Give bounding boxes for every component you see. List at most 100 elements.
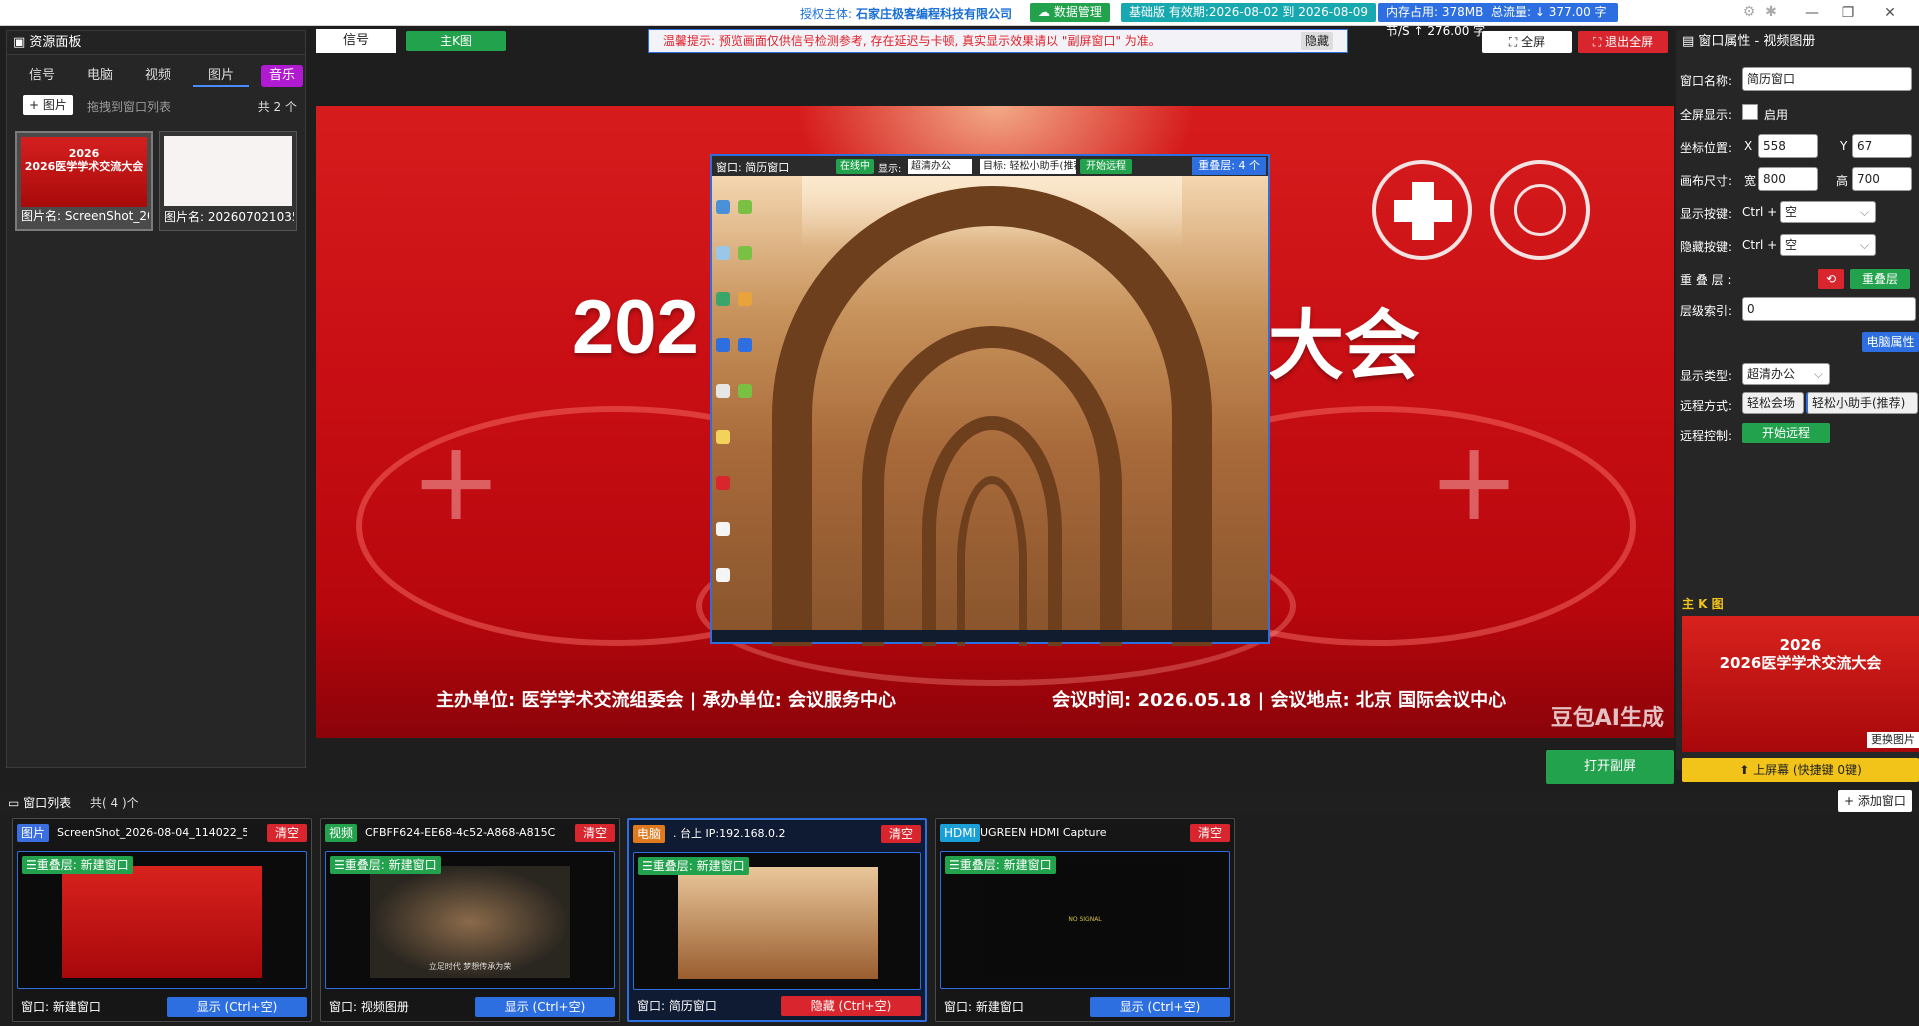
window-name-input[interactable]: 简历窗口 — [1742, 67, 1912, 91]
desktop-app-icon[interactable] — [716, 292, 730, 306]
display-type-select[interactable]: 超清办公 ⌵ — [1742, 363, 1830, 385]
window-card[interactable]: HDMI UGREEN HDMI Capture 清空 NO SIGNAL ☰重… — [935, 818, 1235, 1022]
card-source-name: UGREEN HDMI Capture — [980, 826, 1107, 839]
settings-gear-icon[interactable]: ⚙ — [1740, 4, 1758, 22]
hide-key-select[interactable]: 空 ⌵ — [1780, 234, 1876, 256]
hide-key-mod: Ctrl + — [1742, 238, 1778, 252]
card-thumbnail-caption: 立足时代 梦想传承为荣 — [428, 962, 512, 971]
reset-icon[interactable]: ⟲ — [1818, 269, 1844, 289]
desktop-app-icon[interactable] — [716, 200, 730, 214]
add-window-button[interactable]: + 添加窗口 — [1838, 790, 1912, 812]
card-clear-button[interactable]: 清空 — [575, 824, 615, 842]
desktop-app-icon[interactable] — [716, 384, 730, 398]
start-remote-button[interactable]: 开始远程 — [1080, 159, 1132, 174]
resource-subbar: + 图片 拖拽到窗口列表 共 2 个 — [13, 95, 299, 117]
remote-mode-option-b[interactable]: 轻松小助手(推荐) — [1806, 392, 1918, 414]
hide-key-label: 隐藏按键: — [1680, 240, 1733, 254]
card-show-button[interactable]: 显示 (Ctrl+空) — [167, 997, 307, 1017]
close-icon[interactable]: ✕ — [1878, 3, 1902, 23]
main-picture-label: 主 K 图 — [1682, 597, 1724, 611]
tab-signal[interactable]: 信号 — [19, 65, 65, 87]
resource-item[interactable]: 2026 2026医学学术交流大会 图片名: ScreenShot_20 — [15, 131, 153, 231]
remote-mode-option-a[interactable]: 轻松会场 — [1742, 392, 1804, 414]
window-list-title: ▭ 窗口列表 — [8, 796, 72, 810]
warning-text: 温馨提示: 预览画面仅供信号检测参考, 存在延迟与卡顿, 真实显示效果请以 "副… — [663, 34, 1161, 48]
card-preview[interactable]: 立足时代 梦想传承为荣 ☰重叠层: 新建窗口 — [325, 851, 615, 989]
drag-hint: 拖拽到窗口列表 — [87, 100, 172, 114]
desktop-app-icon[interactable] — [716, 338, 730, 352]
desktop-app-icon[interactable] — [738, 200, 752, 214]
show-key-select[interactable]: 空 ⌵ — [1780, 201, 1876, 223]
desktop-app-icon[interactable] — [716, 430, 730, 444]
arch-decor — [957, 476, 1027, 646]
overlay-button[interactable]: 重叠层 — [1850, 269, 1910, 289]
resource-count: 共 2 个 — [257, 100, 297, 114]
gear-icon[interactable]: ✱ — [1762, 4, 1780, 22]
tab-signal-preview[interactable]: 信号 — [316, 29, 396, 53]
desktop-app-icon[interactable] — [716, 476, 730, 490]
card-hide-button[interactable]: 隐藏 (Ctrl+空) — [781, 996, 921, 1016]
main-picture-preview[interactable]: 2026 2026医学学术交流大会 更换图片 — [1682, 616, 1919, 752]
remote-window[interactable]: 窗口: 简历窗口 在线中 显示: 超清办公 目标: 轻松小助手(推荐) 开始远程… — [710, 154, 1270, 646]
card-show-button[interactable]: 显示 (Ctrl+空) — [1090, 997, 1230, 1017]
plus-decor-icon: + — [1428, 417, 1521, 545]
card-thumbnail: 立足时代 梦想传承为荣 — [370, 866, 570, 978]
exit-fullscreen-button[interactable]: ⛶ 退出全屏 — [1578, 31, 1668, 53]
card-thumbnail: NO SIGNAL — [985, 866, 1185, 978]
card-layer-badge[interactable]: ☰重叠层: 新建窗口 — [22, 856, 133, 874]
data-management-button[interactable]: ☁ 数据管理 — [1030, 3, 1110, 22]
x-input[interactable]: 558 — [1758, 134, 1818, 158]
fullscreen-button[interactable]: ⛶ 全屏 — [1482, 31, 1572, 53]
desktop-app-icon[interactable] — [716, 246, 730, 260]
card-clear-button[interactable]: 清空 — [1190, 824, 1230, 842]
desktop-app-icon[interactable] — [738, 384, 752, 398]
card-show-button[interactable]: 显示 (Ctrl+空) — [475, 997, 615, 1017]
add-image-button[interactable]: + 图片 — [23, 95, 73, 115]
bg-title-right: 大会 — [1268, 304, 1420, 389]
chevron-down-icon: ⌵ — [1859, 205, 1869, 219]
tab-video[interactable]: 视频 — [135, 65, 181, 87]
card-window-label: 窗口: 新建窗口 — [944, 1000, 1024, 1014]
window-card[interactable]: 电脑 . 台上 IP:192.168.0.2 清空 ☰重叠层: 新建窗口 窗口:… — [627, 818, 927, 1022]
resource-item[interactable]: 图片名: 202607021035 — [159, 131, 297, 231]
desktop-app-icon[interactable] — [716, 568, 730, 582]
hide-warning-button[interactable]: 隐藏 — [1300, 32, 1333, 50]
tab-image[interactable]: 图片 — [193, 65, 249, 87]
desktop-app-icon[interactable] — [716, 522, 730, 536]
width-input[interactable]: 800 — [1758, 167, 1818, 191]
open-secondary-screen-button[interactable]: 打开副屏 — [1546, 750, 1674, 784]
minimize-icon[interactable]: — — [1800, 3, 1824, 23]
remote-desktop-screen[interactable] — [712, 176, 1268, 646]
display-select[interactable]: 超清办公 — [908, 159, 972, 174]
desktop-app-icon[interactable] — [738, 246, 752, 260]
tab-music[interactable]: 音乐 — [261, 65, 303, 87]
y-input[interactable]: 67 — [1852, 134, 1912, 158]
tab-computer[interactable]: 电脑 — [77, 65, 123, 87]
card-layer-badge[interactable]: ☰重叠层: 新建窗口 — [330, 856, 441, 874]
footer-organizers: 主办单位: 医学学术交流组委会 | 承办单位: 会议服务中心 — [436, 690, 897, 711]
tab-main-picture[interactable]: 主K图 — [406, 31, 506, 51]
desktop-app-icon[interactable] — [738, 338, 752, 352]
card-preview[interactable]: ☰重叠层: 新建窗口 — [633, 852, 921, 990]
card-thumbnail-caption: NO SIGNAL — [1068, 916, 1102, 923]
pc-properties-tab[interactable]: 电脑属性 — [1862, 332, 1919, 352]
upscreen-button[interactable]: ⬆ 上屏幕 (快捷键 0键) — [1682, 758, 1919, 782]
fullscreen-checkbox[interactable] — [1742, 104, 1758, 120]
restore-icon[interactable]: ❐ — [1836, 3, 1860, 23]
card-clear-button[interactable]: 清空 — [267, 824, 307, 842]
layer-index-input[interactable]: 0 — [1742, 297, 1916, 321]
target-select[interactable]: 目标: 轻松小助手(推荐) — [980, 159, 1076, 174]
card-layer-badge[interactable]: ☰重叠层: 新建窗口 — [638, 857, 749, 875]
remote-control-start-button[interactable]: 开始远程 — [1742, 423, 1830, 443]
window-card[interactable]: 图片 ScreenShot_2026-08-04_114022_589 清空 ☰… — [12, 818, 312, 1022]
card-layer-badge[interactable]: ☰重叠层: 新建窗口 — [945, 856, 1056, 874]
card-clear-button[interactable]: 清空 — [881, 825, 921, 843]
window-list-count: 共( 4 )个 — [90, 796, 139, 810]
card-preview[interactable]: ☰重叠层: 新建窗口 — [17, 851, 307, 989]
desktop-app-icon[interactable] — [738, 292, 752, 306]
remote-taskbar[interactable] — [712, 630, 1268, 642]
change-picture-button[interactable]: 更换图片 — [1867, 732, 1919, 748]
card-preview[interactable]: NO SIGNAL ☰重叠层: 新建窗口 — [940, 851, 1230, 989]
height-input[interactable]: 700 — [1852, 167, 1912, 191]
window-card[interactable]: 视频 CFBFF624-EE68-4c52-A868-A815CD379E0E … — [320, 818, 620, 1022]
